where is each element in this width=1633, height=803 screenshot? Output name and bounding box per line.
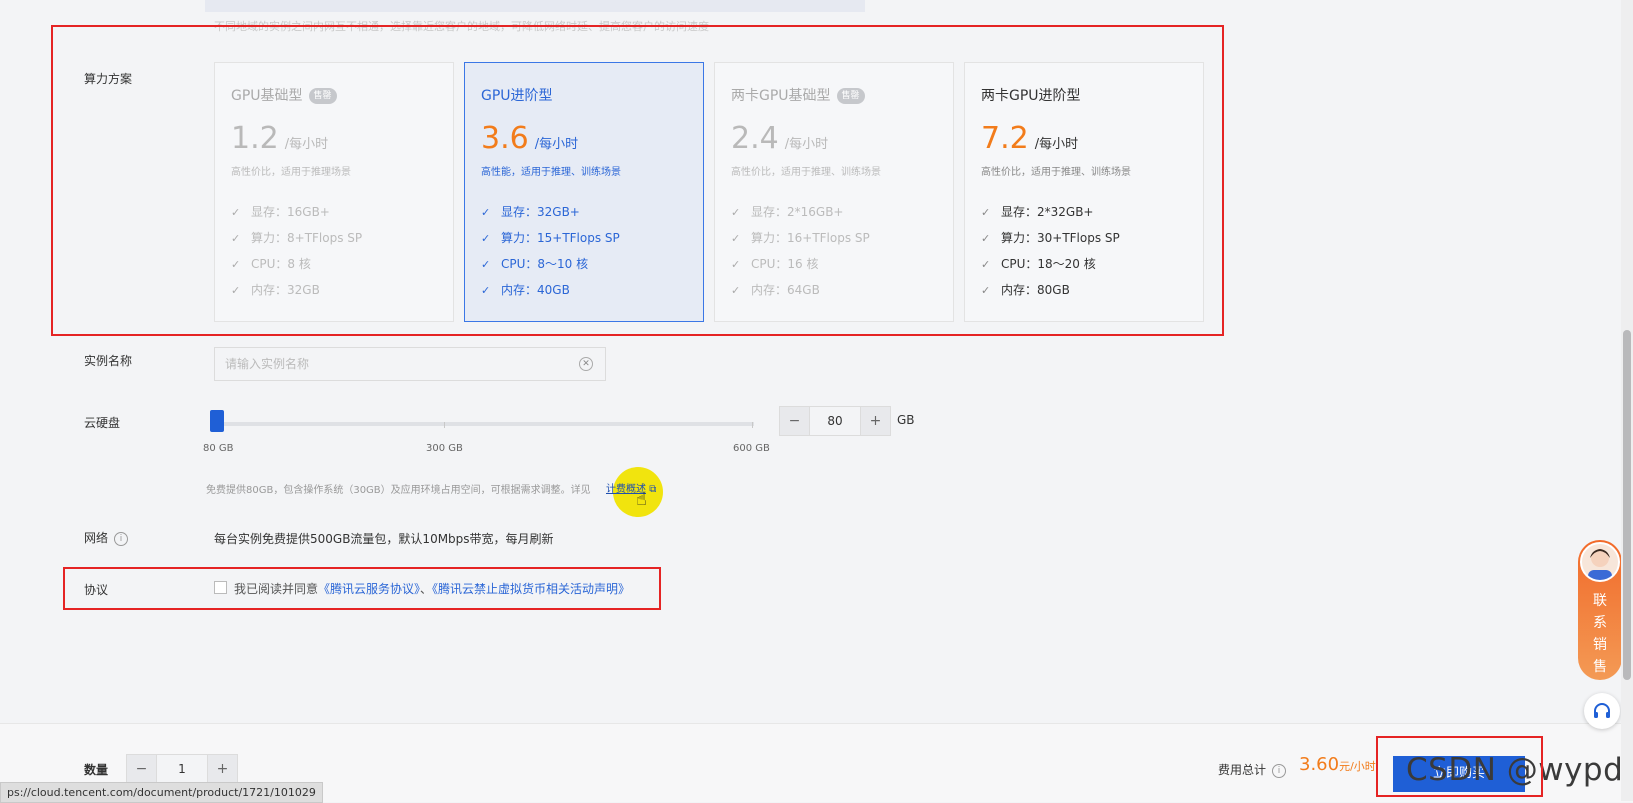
quantity-decrement-button[interactable]: −: [127, 755, 157, 783]
annotation-box-plans: [51, 25, 1224, 336]
slider-tick: [752, 422, 753, 428]
scrollbar-thumb[interactable]: [1623, 330, 1631, 680]
disk-size-value[interactable]: 80: [810, 407, 860, 435]
quantity-value[interactable]: 1: [157, 755, 207, 783]
avatar: [1580, 542, 1620, 582]
info-icon[interactable]: i: [1272, 763, 1287, 778]
headset-icon: [1594, 702, 1610, 718]
disk-slider-track[interactable]: [214, 422, 754, 426]
network-desc: 每台实例免费提供500GB流量包，默认10Mbps带宽，每月刷新: [214, 532, 554, 546]
region-hint-bar: [205, 0, 865, 12]
total-price-value: 3.60: [1299, 754, 1340, 775]
quantity-increment-button[interactable]: +: [207, 755, 237, 783]
slider-tick-label: 300 GB: [426, 443, 463, 454]
annotation-box-buy: [1376, 736, 1543, 797]
instance-name-input[interactable]: [215, 348, 575, 380]
status-url: ps://cloud.tencent.com/document/product/…: [0, 782, 323, 803]
external-link-icon: ⧉: [649, 484, 657, 495]
disk-unit: GB: [897, 413, 915, 427]
disk-slider-handle[interactable]: [210, 410, 224, 432]
disk-note: 免费提供80GB，包含操作系统（30GB）及应用环境占用空间，可根据需求调整。详…: [206, 481, 591, 496]
disk-size-stepper[interactable]: − 80 +: [779, 406, 891, 436]
instance-name-field[interactable]: ✕: [214, 347, 606, 381]
total-price-unit: 元/小时: [1339, 760, 1376, 773]
support-button[interactable]: [1584, 693, 1620, 729]
quantity-label: 数量: [84, 763, 109, 777]
disk-increment-button[interactable]: +: [860, 407, 890, 435]
contact-sales-button[interactable]: 联系销售: [1578, 540, 1622, 680]
billing-overview-link[interactable]: 计费概述 ⧉: [606, 480, 656, 495]
disk-label: 云硬盘: [84, 416, 121, 430]
total-label: 费用总计 i: [1218, 761, 1287, 778]
instance-name-label: 实例名称: [84, 354, 133, 368]
annotation-box-agreement: [63, 567, 661, 610]
info-icon[interactable]: i: [114, 531, 129, 546]
hand-cursor-icon: ☝: [636, 489, 647, 510]
contact-sales-label: 联系销售: [1593, 593, 1607, 675]
slider-tick: [444, 422, 445, 428]
clear-icon[interactable]: ✕: [579, 357, 593, 371]
slider-tick-label: 600 GB: [733, 443, 770, 454]
quantity-stepper[interactable]: − 1 +: [126, 754, 238, 784]
disk-note-text: 免费提供80GB，包含操作系统（30GB）及应用环境占用空间，可根据需求调整。详…: [206, 485, 591, 496]
disk-decrement-button[interactable]: −: [780, 407, 810, 435]
slider-tick-label: 80 GB: [203, 443, 234, 454]
total-price: 3.60元/小时: [1299, 754, 1376, 775]
network-label: 网络 i: [84, 529, 129, 546]
